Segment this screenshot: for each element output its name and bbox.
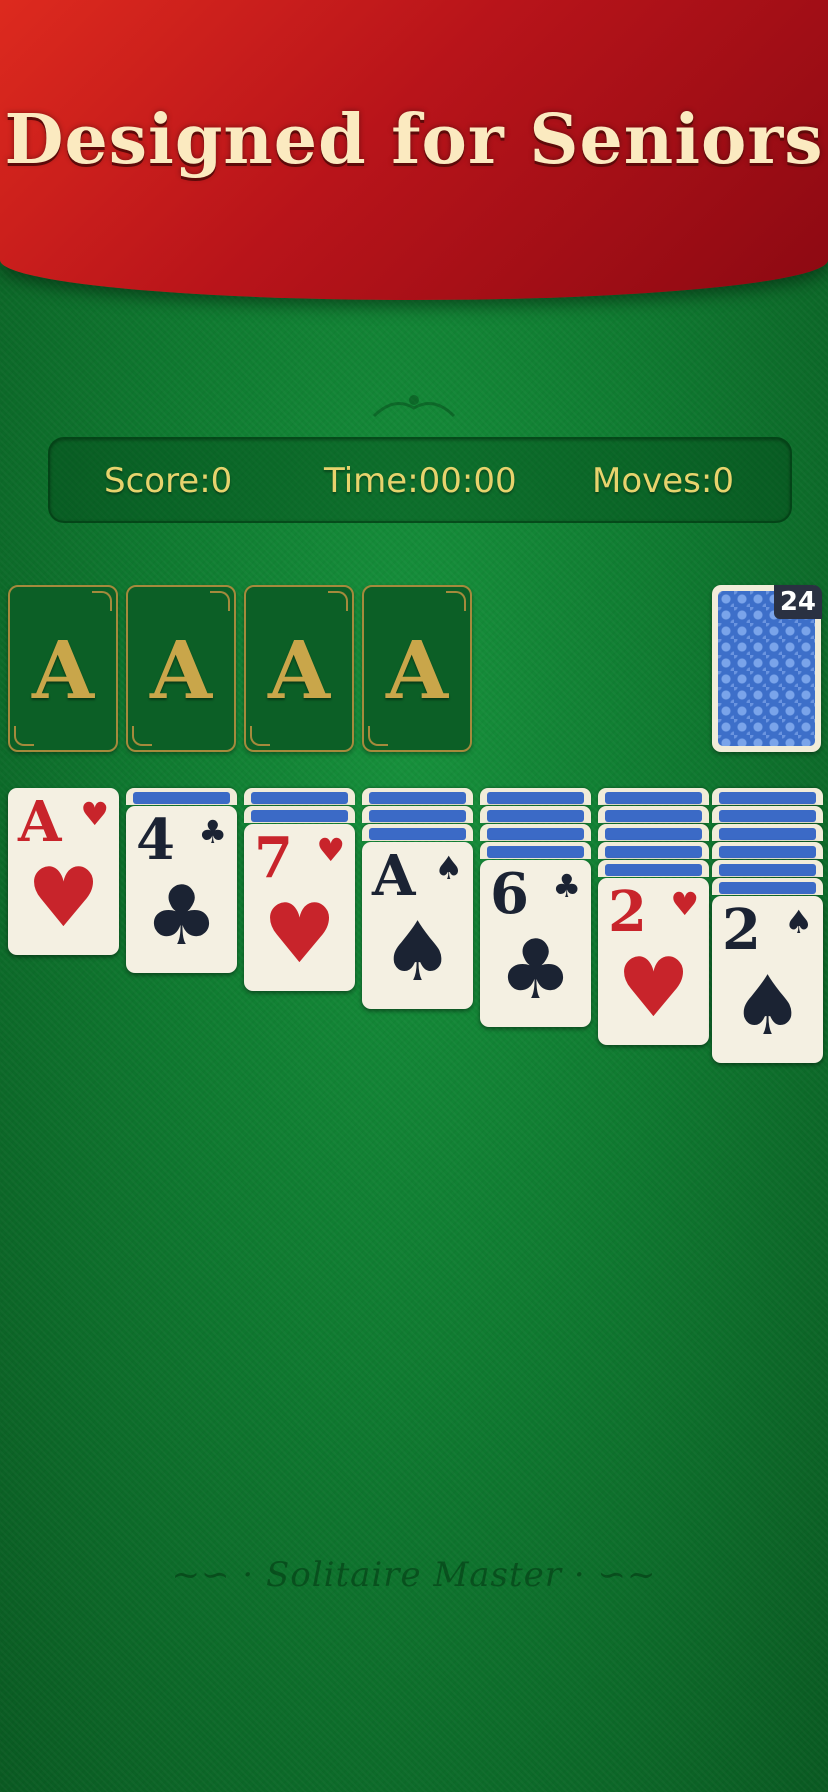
suit-large-icon: ♥ bbox=[616, 941, 691, 1036]
ornament-icon bbox=[372, 395, 456, 418]
foundation-slot-2[interactable]: A bbox=[126, 585, 236, 752]
face-down-card bbox=[362, 824, 473, 841]
suit-small-icon: ♥ bbox=[316, 831, 345, 869]
suit-small-icon: ♠ bbox=[434, 849, 463, 887]
card-rank: 4 bbox=[136, 807, 175, 873]
logo-text: Solitaire Master bbox=[265, 1555, 563, 1595]
face-up-card[interactable]: 2 ♠ ♠ bbox=[712, 896, 823, 1063]
face-down-card bbox=[712, 842, 823, 859]
suit-large-icon: ♣ bbox=[498, 923, 573, 1018]
card-rank: A bbox=[18, 789, 62, 855]
face-down-card bbox=[244, 788, 355, 805]
face-down-card bbox=[598, 860, 709, 877]
stock-count-badge: 24 bbox=[773, 585, 822, 619]
stock-pile[interactable]: 24 bbox=[712, 585, 822, 752]
face-up-card[interactable]: 6 ♣ ♣ bbox=[480, 860, 591, 1027]
face-up-card[interactable]: 7 ♥ ♥ bbox=[244, 824, 355, 991]
face-down-card bbox=[480, 824, 591, 841]
face-down-card bbox=[712, 788, 823, 805]
suit-large-icon: ♠ bbox=[380, 905, 455, 1000]
face-down-card bbox=[598, 842, 709, 859]
foundation-label: A bbox=[267, 623, 331, 717]
foundation-slot-1[interactable]: A bbox=[8, 585, 118, 752]
footer-logo: ~∽ · Solitaire Master · ∽~ bbox=[0, 1555, 828, 1595]
face-down-card bbox=[712, 878, 823, 895]
foundation-slot-3[interactable]: A bbox=[244, 585, 354, 752]
face-down-card bbox=[362, 806, 473, 823]
time-label: Time:00:00 bbox=[324, 461, 517, 501]
face-down-card bbox=[712, 806, 823, 823]
card-rank: 2 bbox=[608, 879, 647, 945]
face-down-card bbox=[712, 860, 823, 877]
suit-small-icon: ♣ bbox=[198, 813, 227, 851]
face-up-card[interactable]: A ♠ ♠ bbox=[362, 842, 473, 1009]
foundation-label: A bbox=[149, 623, 213, 717]
suit-large-icon: ♥ bbox=[262, 887, 337, 982]
banner-title: Designed for Seniors bbox=[4, 100, 824, 180]
suit-small-icon: ♥ bbox=[670, 885, 699, 923]
moves-label: Moves:0 bbox=[592, 461, 734, 501]
foundation-slot-4[interactable]: A bbox=[362, 585, 472, 752]
face-down-card bbox=[244, 806, 355, 823]
card-rank: 2 bbox=[722, 897, 761, 963]
face-up-card[interactable]: A ♥ ♥ bbox=[8, 788, 119, 955]
logo-flourish-right-icon: · ∽~ bbox=[562, 1555, 657, 1595]
face-down-card bbox=[480, 788, 591, 805]
promo-banner: Designed for Seniors bbox=[0, 0, 828, 300]
foundation-label: A bbox=[385, 623, 449, 717]
card-rank: 7 bbox=[254, 825, 293, 891]
face-down-card bbox=[712, 824, 823, 841]
face-down-card bbox=[598, 824, 709, 841]
face-down-card bbox=[598, 788, 709, 805]
face-down-card bbox=[362, 788, 473, 805]
face-down-card bbox=[480, 806, 591, 823]
foundation-label: A bbox=[31, 623, 95, 717]
face-down-card bbox=[126, 788, 237, 805]
card-rank: 6 bbox=[490, 861, 529, 927]
suit-large-icon: ♠ bbox=[730, 959, 805, 1054]
face-down-card bbox=[480, 842, 591, 859]
logo-flourish-left-icon: ~∽ · bbox=[171, 1555, 266, 1595]
score-bar: Score:0 Time:00:00 Moves:0 bbox=[48, 437, 792, 523]
suit-small-icon: ♣ bbox=[552, 867, 581, 905]
face-up-card[interactable]: 4 ♣ ♣ bbox=[126, 806, 237, 973]
suit-large-icon: ♥ bbox=[26, 851, 101, 946]
suit-large-icon: ♣ bbox=[144, 869, 219, 964]
suit-small-icon: ♥ bbox=[80, 795, 109, 833]
suit-small-icon: ♠ bbox=[784, 903, 813, 941]
face-up-card[interactable]: 2 ♥ ♥ bbox=[598, 878, 709, 1045]
card-rank: A bbox=[372, 843, 416, 909]
score-label: Score:0 bbox=[104, 461, 233, 501]
face-down-card bbox=[598, 806, 709, 823]
